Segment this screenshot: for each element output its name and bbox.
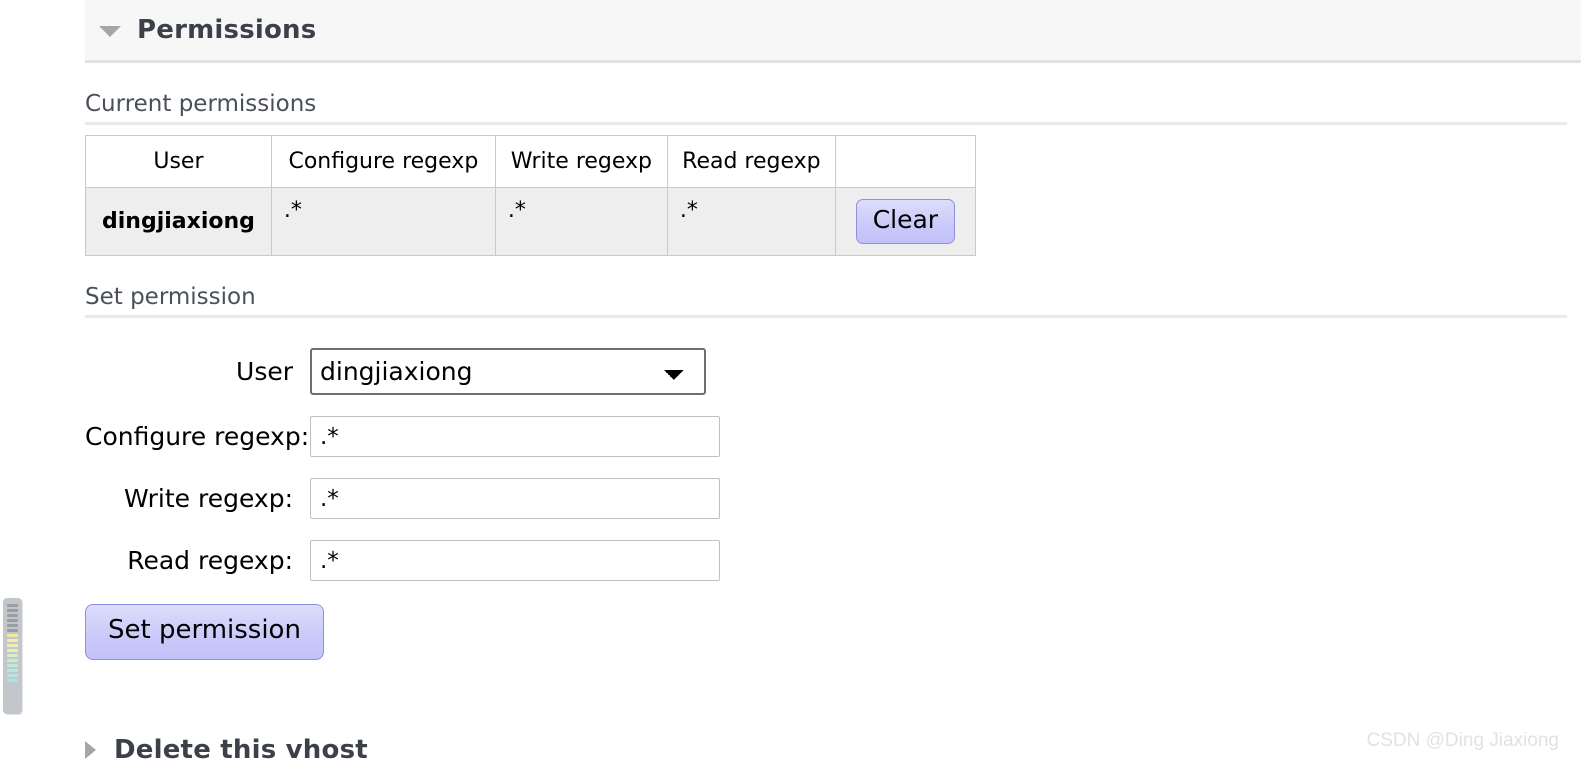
delete-vhost-title: Delete this vhost bbox=[114, 735, 368, 765]
divider bbox=[85, 315, 1567, 318]
current-permissions-label: Current permissions bbox=[85, 91, 317, 117]
cell-user: dingjiaxiong bbox=[85, 187, 272, 256]
column-header-actions bbox=[834, 135, 976, 188]
permissions-page: Permissions Current permissions User Con… bbox=[0, 0, 1581, 770]
permissions-content: Current permissions User Configure regex… bbox=[85, 63, 1581, 660]
column-header-write-regexp: Write regexp bbox=[494, 135, 668, 188]
form-row-user: User dingjiaxiong bbox=[85, 348, 1581, 395]
label-read-regexp: Read regexp: bbox=[127, 546, 293, 575]
triangle-down-icon bbox=[99, 25, 121, 37]
column-header-configure-regexp: Configure regexp bbox=[270, 135, 496, 188]
submit-row: Set permission bbox=[85, 604, 1581, 660]
cell-read-regexp: .* bbox=[666, 187, 836, 256]
watermark: CSDN @Ding Jiaxiong bbox=[1366, 730, 1559, 751]
page-title: Permissions bbox=[137, 15, 317, 45]
divider bbox=[85, 122, 1567, 125]
label-user: User bbox=[236, 357, 293, 386]
configure-regexp-input[interactable] bbox=[310, 416, 720, 457]
table-row: dingjiaxiong .* .* .* Clear bbox=[85, 187, 976, 256]
cell-configure-regexp: .* bbox=[270, 187, 496, 256]
write-regexp-input[interactable] bbox=[310, 478, 720, 519]
set-permission-button[interactable]: Set permission bbox=[85, 604, 324, 660]
set-permission-form: User dingjiaxiong Configure regexp: Writ… bbox=[85, 348, 1581, 660]
form-row-configure-regexp: Configure regexp: bbox=[85, 416, 1581, 457]
read-regexp-input[interactable] bbox=[310, 540, 720, 581]
left-gutter bbox=[0, 0, 85, 770]
vertical-scroll-indicator[interactable] bbox=[3, 598, 22, 714]
user-select[interactable]: dingjiaxiong bbox=[310, 348, 706, 395]
triangle-right-icon bbox=[85, 741, 96, 759]
cell-actions: Clear bbox=[834, 187, 976, 256]
delete-vhost-section-header[interactable]: Delete this vhost bbox=[85, 735, 368, 765]
current-permissions-table: User Configure regexp Write regexp Read … bbox=[85, 135, 976, 256]
column-header-user: User bbox=[85, 135, 272, 188]
label-configure-regexp: Configure regexp: bbox=[85, 422, 310, 451]
cell-write-regexp: .* bbox=[494, 187, 668, 256]
set-permission-label: Set permission bbox=[85, 284, 256, 310]
form-row-write-regexp: Write regexp: bbox=[85, 478, 1581, 519]
label-write-regexp: Write regexp: bbox=[124, 484, 293, 513]
permissions-section-header[interactable]: Permissions bbox=[85, 0, 1581, 63]
table-header-row: User Configure regexp Write regexp Read … bbox=[85, 135, 976, 188]
clear-permission-button[interactable]: Clear bbox=[855, 199, 956, 244]
column-header-read-regexp: Read regexp bbox=[666, 135, 836, 188]
form-row-read-regexp: Read regexp: bbox=[85, 540, 1581, 581]
